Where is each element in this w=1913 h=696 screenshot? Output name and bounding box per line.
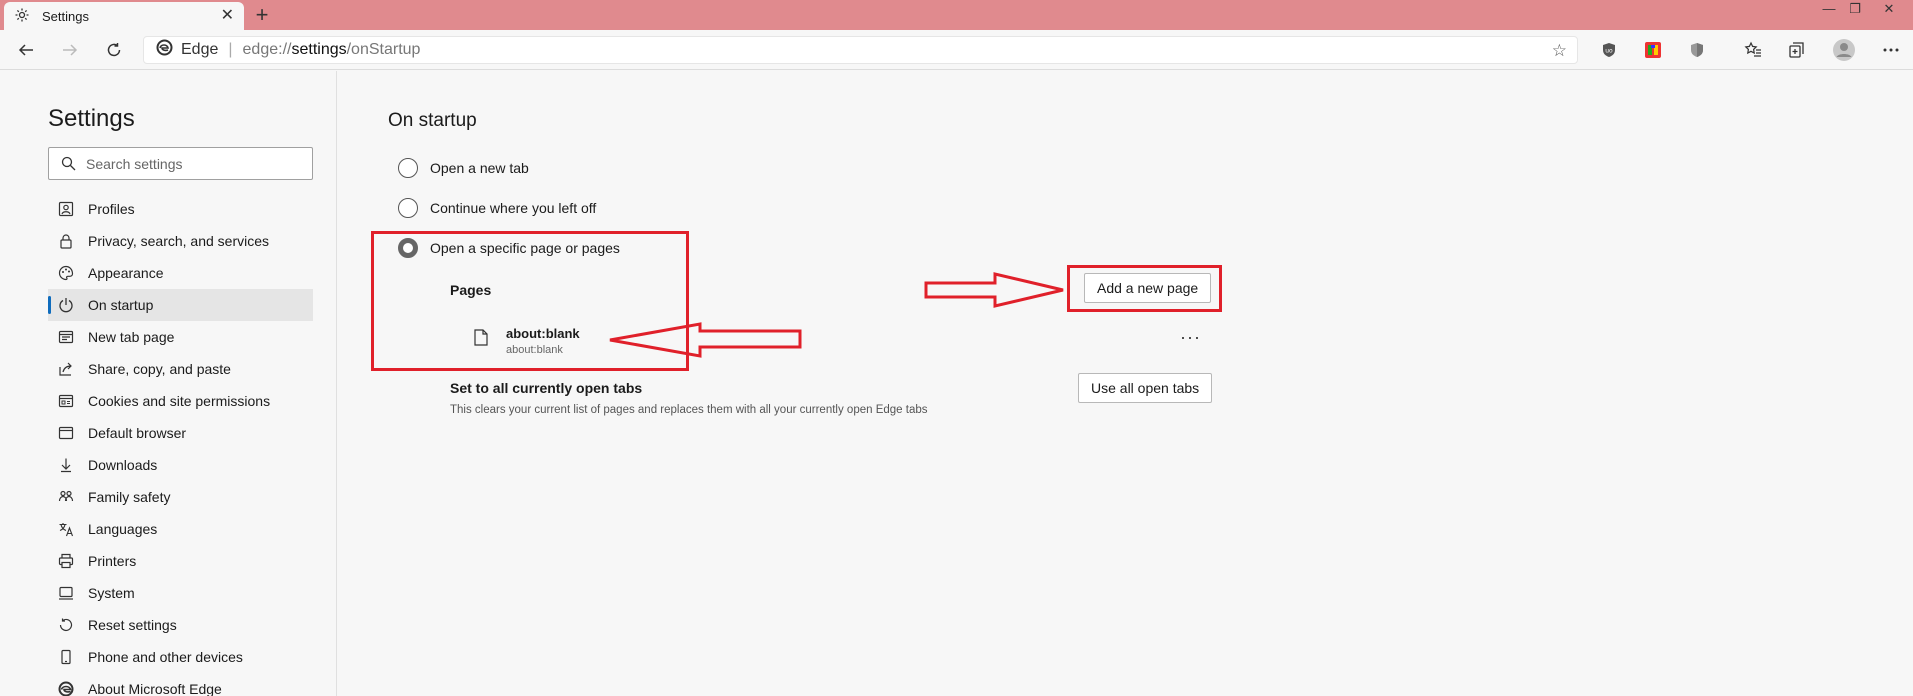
annotation-arrow-left (609, 322, 802, 358)
annotation-arrow-right (924, 272, 1064, 308)
annotation-arrows (609, 272, 1064, 358)
